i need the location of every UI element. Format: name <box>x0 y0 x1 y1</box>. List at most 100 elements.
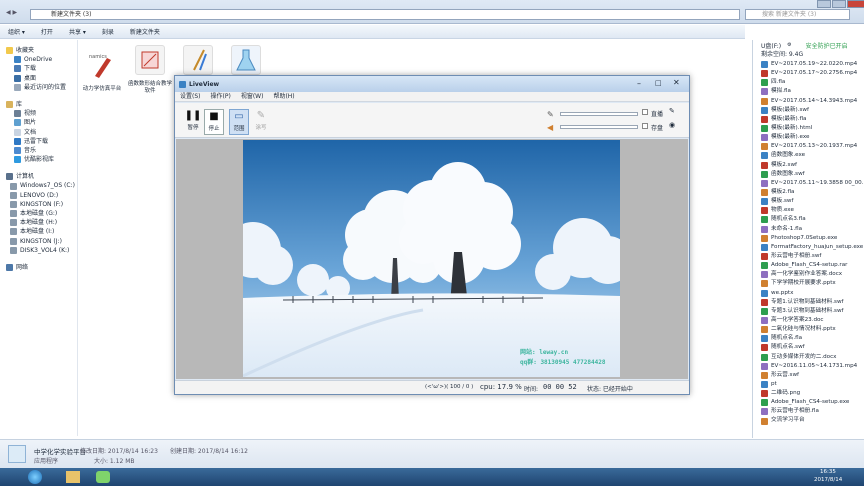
nav-videos[interactable]: 视频 <box>0 109 77 118</box>
speaker-volume-slider[interactable] <box>560 125 638 129</box>
nav-recent[interactable]: 最近访问的位置 <box>0 83 77 92</box>
chemistry-app-taskbar-icon[interactable] <box>96 471 110 483</box>
nav-thunder-downloads[interactable]: 迅雷下载 <box>0 137 77 146</box>
usb-file-row[interactable]: EV~2017.05.17~20.2756.mp4 <box>753 69 864 78</box>
minimize-button[interactable]: – <box>637 79 641 88</box>
maximize-button[interactable] <box>832 0 846 8</box>
usb-file-row[interactable]: Adobe_Flash_CS4-setup.rar <box>753 261 864 270</box>
usb-file-row[interactable]: 模板(最新).fla <box>753 115 864 124</box>
usb-file-row[interactable]: 二维码.png <box>753 389 864 398</box>
eye-icon[interactable]: ◉ <box>669 121 675 129</box>
share-button[interactable]: 共享 ▾ <box>69 27 86 36</box>
close-button[interactable]: ✕ <box>673 78 680 87</box>
usb-file-row[interactable]: 互动多媒体开发的二.docx <box>753 353 864 362</box>
nav-favorites[interactable]: 收藏夹 <box>0 46 77 55</box>
start-button[interactable] <box>28 470 42 484</box>
search-input[interactable]: 搜索 新建文件夹 (3) <box>745 9 850 20</box>
nav-music[interactable]: 音乐 <box>0 146 77 155</box>
usb-file-row[interactable]: 函数图象.swf <box>753 170 864 179</box>
network-icon <box>6 264 13 272</box>
region-button[interactable]: ▭ 范围 <box>229 109 249 135</box>
usb-file-row[interactable]: 形云营电子相册.fla <box>753 407 864 416</box>
usb-file-row[interactable]: FormatFactory_huajun_setup.exe <box>753 243 864 252</box>
usb-file-row[interactable]: 二氧化硅与情况材料.pptx <box>753 325 864 334</box>
usb-file-row[interactable]: 高一化学答案23.doc <box>753 316 864 325</box>
usb-file-row[interactable]: 形云营.swf <box>753 371 864 380</box>
usb-file-row[interactable]: 模板2.fla <box>753 188 864 197</box>
pin-icon[interactable]: ✎ <box>669 107 675 115</box>
back-forward-icon[interactable]: ◀ ▶ <box>6 9 17 16</box>
usb-file-row[interactable]: 随机点名.swf <box>753 343 864 352</box>
menu-help[interactable]: 帮助(H) <box>273 92 294 102</box>
usb-file-row[interactable]: 形云营电子相册.swf <box>753 252 864 261</box>
usb-file-row[interactable]: 随机点名3.fla <box>753 215 864 224</box>
menu-settings[interactable]: 设置(S) <box>180 92 201 102</box>
usb-file-row[interactable]: 下学学期校开展要求.pptx <box>753 279 864 288</box>
nav-drive-j[interactable]: KINGSTON (J:) <box>0 237 77 246</box>
nav-downloads[interactable]: 下载 <box>0 64 77 73</box>
usb-file-row[interactable]: 模板2.swf <box>753 161 864 170</box>
nav-documents[interactable]: 文档 <box>0 128 77 137</box>
usb-file-row[interactable]: EV~2016.11.05~14.1731.mp4 <box>753 362 864 371</box>
usb-file-row[interactable]: 随机点名.fla <box>753 334 864 343</box>
nav-drive-h[interactable]: 本地磁盘 (H:) <box>0 218 77 227</box>
usb-file-row[interactable]: EV~2017.05.19~22.0220.mp4 <box>753 60 864 69</box>
usb-file-row[interactable]: 高一化学鉴别作业答案.docx <box>753 270 864 279</box>
nav-network[interactable]: 网络 <box>0 263 77 272</box>
open-button[interactable]: 打开 <box>41 27 53 36</box>
file-type-icon <box>761 380 768 388</box>
usb-file-row[interactable]: 未命名-1.fla <box>753 225 864 234</box>
usb-file-row[interactable]: 专题3.认识物到基础材料.swf <box>753 307 864 316</box>
file-tile[interactable]: namics 动力学仿真平台 <box>78 50 126 93</box>
pause-button[interactable]: ❚❚ 暂停 <box>183 109 203 135</box>
nav-onedrive[interactable]: OneDrive <box>0 55 77 64</box>
close-button[interactable] <box>847 0 864 8</box>
usb-file-row[interactable]: 物质.exe <box>753 206 864 215</box>
nav-desktop[interactable]: 桌面 <box>0 74 77 83</box>
usb-file-row[interactable]: 模板(最新).html <box>753 124 864 133</box>
usb-file-row[interactable]: 模板(最新).swf <box>753 106 864 115</box>
address-field[interactable]: 新建文件夹 (3) <box>30 9 740 20</box>
nav-drive-g[interactable]: 本地磁盘 (G:) <box>0 209 77 218</box>
usb-file-row[interactable]: 交流学习平台 <box>753 416 864 425</box>
usb-file-row[interactable]: 函数图象.exe <box>753 151 864 160</box>
usb-file-row[interactable]: Adobe_Flash_CS4-setup.exe <box>753 398 864 407</box>
usb-file-row[interactable]: 模拟.fla <box>753 87 864 96</box>
nav-drive-c[interactable]: Windows7_OS (C:) <box>0 181 77 190</box>
save-checkbox[interactable] <box>642 123 648 129</box>
usb-file-row[interactable]: 专题1.认识物到基础材料.swf <box>753 298 864 307</box>
menu-operate[interactable]: 操作(P) <box>211 92 231 102</box>
minimize-button[interactable] <box>817 0 831 8</box>
explorer-taskbar-icon[interactable] <box>66 471 80 483</box>
nav-pictures[interactable]: 图片 <box>0 118 77 127</box>
new-folder-button[interactable]: 新建文件夹 <box>130 27 160 36</box>
file-tile[interactable]: 函数数形结合教学软件 <box>126 45 174 95</box>
menu-window[interactable]: 视窗(W) <box>241 92 264 102</box>
nav-libraries[interactable]: 库 <box>0 100 77 109</box>
live-checkbox[interactable] <box>642 109 648 115</box>
organize-button[interactable]: 组织 ▾ <box>8 27 25 36</box>
nav-drive-k[interactable]: DISK3_VOL4 (K:) <box>0 246 77 255</box>
usb-file-row[interactable]: 四.fla <box>753 78 864 87</box>
stop-label: 停止 <box>208 126 220 132</box>
usb-file-row[interactable]: EV~2017.05.14~14.3943.mp4 <box>753 97 864 106</box>
usb-file-row[interactable]: Photoshop7.0Setup.exe <box>753 234 864 243</box>
nav-drive-f[interactable]: KINGSTON (F:) <box>0 200 77 209</box>
nav-computer[interactable]: 计算机 <box>0 172 77 181</box>
burn-button[interactable]: 刻录 <box>102 27 114 36</box>
liveview-menubar: 设置(S) 操作(P) 视窗(W) 帮助(H) <box>175 92 689 102</box>
nav-drive-d[interactable]: LENOVO (D:) <box>0 191 77 200</box>
mic-volume-slider[interactable] <box>560 112 638 116</box>
usb-file-row[interactable]: 模板.swf <box>753 197 864 206</box>
usb-file-row[interactable]: we.pptx <box>753 289 864 298</box>
nav-drive-i[interactable]: 本地磁盘 (I:) <box>0 227 77 236</box>
nav-youku[interactable]: 优酷影视库 <box>0 155 77 164</box>
draw-button[interactable]: ✎ 涂写 <box>251 109 271 135</box>
usb-file-row[interactable]: 模板(最新).exe <box>753 133 864 142</box>
maximize-button[interactable]: □ <box>655 79 662 87</box>
speaker-icon: ◀ <box>547 123 554 132</box>
stop-button[interactable]: ■ 停止 <box>204 109 224 135</box>
usb-file-row[interactable]: EV~2017.05.11~19.3858 00_00... <box>753 179 864 188</box>
usb-file-row[interactable]: EV~2017.05.13~20.1937.mp4 <box>753 142 864 151</box>
usb-file-row[interactable]: pt <box>753 380 864 389</box>
